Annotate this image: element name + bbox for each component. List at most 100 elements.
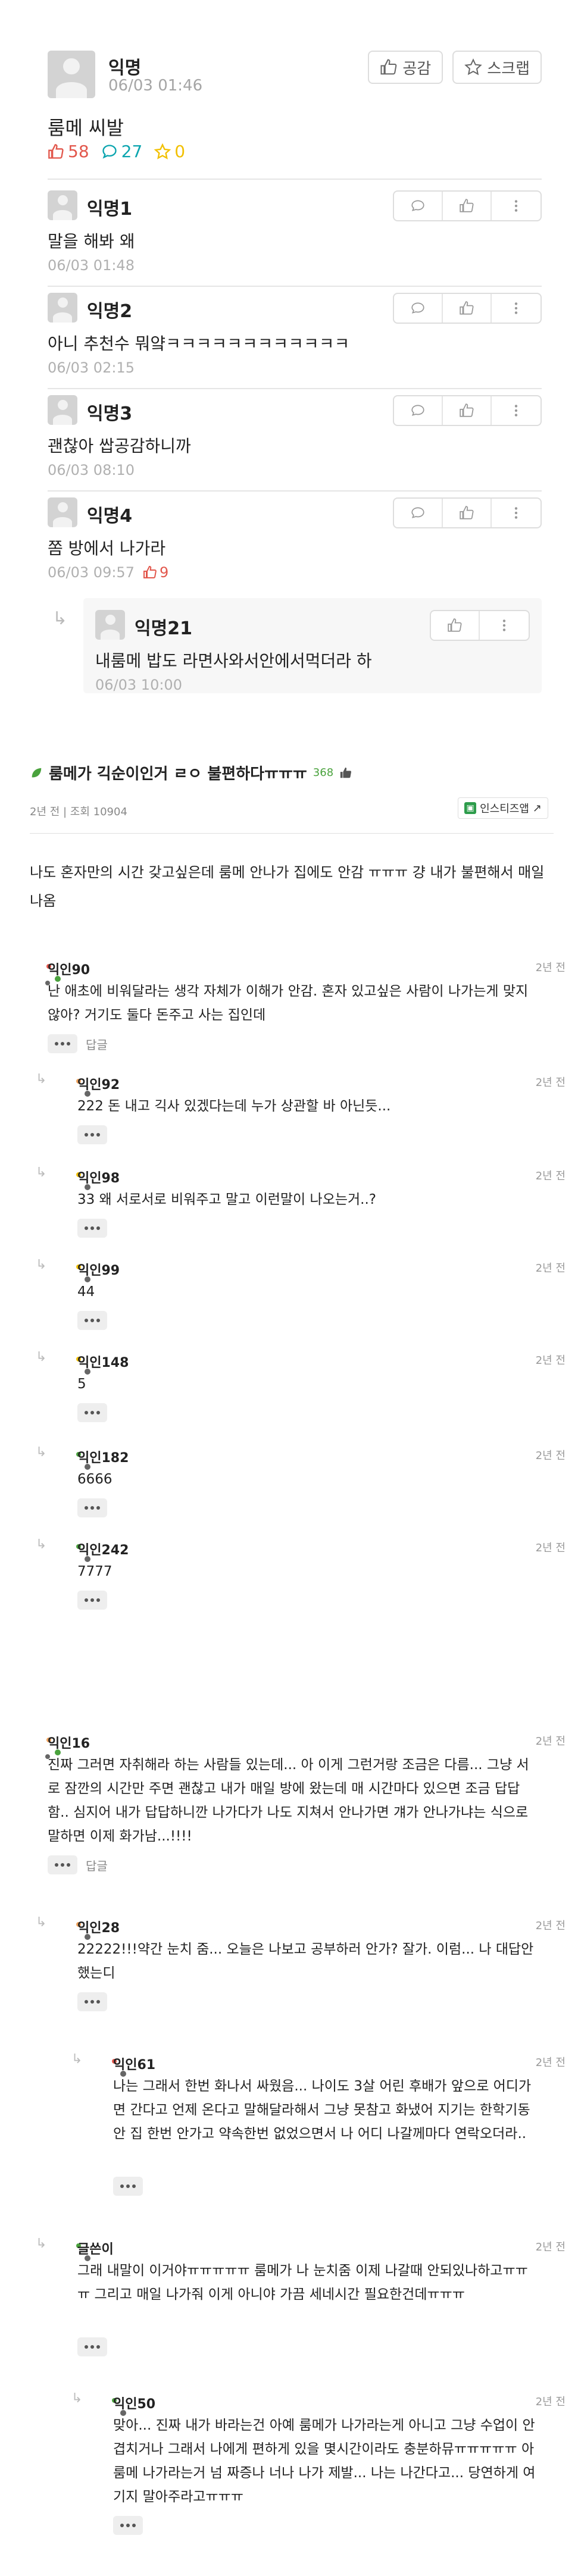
avatar: [48, 293, 77, 323]
comment-like-button[interactable]: [443, 192, 492, 220]
reply-actions: [430, 610, 530, 641]
comment-text: 44: [77, 1284, 95, 1300]
comment-tools: [77, 1125, 107, 1144]
comment: ↳ 익인242 2년 전 7777: [30, 1537, 565, 1629]
reply-button[interactable]: 답글: [86, 1857, 108, 1874]
more-button[interactable]: [77, 1219, 107, 1238]
comment-time: 2년 전: [535, 1542, 565, 1554]
nested-reply: 익명21 내룸메 밥도 라면사와서안에서먹더라 하 06/03 10:00: [83, 598, 542, 693]
thread-count: 368: [313, 766, 334, 779]
more-button[interactable]: [48, 1855, 77, 1874]
more-vertical-icon: [514, 200, 518, 212]
scrap-button[interactable]: 스크랩: [452, 51, 542, 84]
thread-title-row: 룸메가 긱순이인거 ㄹㅇ 불편하다ㅠㅠㅠ 368: [30, 762, 352, 784]
comment-author: 익인16: [48, 1736, 90, 1751]
comment-text: 쫌 방에서 나가라: [48, 539, 166, 558]
comment: ↳ 익인92 2년 전 222 돈 내고 긱사 있겠다는데 누가 상관할 바 아닌듯.…: [30, 1072, 565, 1163]
thumbs-up-icon: [143, 565, 157, 578]
comment-text: 7777: [77, 1564, 113, 1579]
external-link-icon: ↗: [532, 802, 542, 815]
comment: 익인16 2년 전 진짜 그러면 자취해라 하는 사람들 있는데... 아 이게 그…: [30, 1733, 565, 1893]
reply-arrow-icon: ↳: [36, 1915, 47, 1930]
comment-text: 22222!!!약간 눈치 줌... 오늘은 나보고 공부하러 안가? 잘가. …: [77, 1942, 534, 1981]
more-button[interactable]: [77, 1125, 107, 1144]
reply-button[interactable]: [394, 294, 443, 323]
instiz-app-button[interactable]: ▣ 인스티즈앱 ↗: [458, 797, 548, 819]
thumbs-up-icon: [460, 403, 474, 417]
thread-title: 룸메가 긱순이인거 ㄹㅇ 불편하다ㅠㅠㅠ: [49, 765, 307, 783]
comment-time: 06/03 08:10: [48, 462, 135, 478]
post-content: 룸메 씨발: [48, 117, 124, 139]
comment-time: 06/03 01:48: [48, 257, 135, 274]
comment-tools: [77, 1219, 107, 1238]
more-button[interactable]: [77, 1403, 107, 1422]
more-button[interactable]: [77, 2337, 107, 2356]
comment-text: 아니 추천수 뭐얔ㅋㅋㅋㅋㅋㅋㅋㅋㅋㅋㅋㅋ: [48, 334, 350, 353]
comment-time: 2년 전: [535, 2241, 565, 2253]
more-vertical-icon: [514, 507, 518, 519]
comment: 익명3 괜찮아 쌉공감하니까 06/03 08:10: [48, 395, 542, 478]
comment-like-button[interactable]: [443, 294, 492, 323]
more-button[interactable]: [77, 1498, 107, 1517]
reply-button[interactable]: 답글: [86, 1035, 108, 1053]
comment-tools: [77, 1498, 107, 1517]
like-button-label: 공감: [402, 60, 432, 78]
avatar: [95, 610, 125, 640]
comment-author: 익인99: [77, 1263, 120, 1278]
comment-time: 2년 전: [535, 1735, 565, 1748]
comment-time: 2년 전: [535, 1450, 565, 1462]
more-button[interactable]: [48, 1034, 77, 1053]
comment: ↳ 익인182 2년 전 6666: [30, 1445, 565, 1536]
reply-text: 내룸메 밥도 라면사와서안에서먹더라 하: [95, 651, 372, 671]
more-button[interactable]: [113, 2516, 143, 2535]
instiz-logo-icon: ▣: [464, 802, 477, 814]
everytime-post-section: 익명 06/03 01:46 공감 스크랩 룸메 씨발 58 27 0 익명1 …: [0, 0, 578, 714]
comment-actions: [393, 497, 542, 528]
avatar: [48, 190, 77, 220]
comment-icon: [102, 144, 117, 159]
like-count: 58: [48, 142, 89, 161]
more-button[interactable]: [492, 499, 540, 527]
post-header: 익명 06/03 01:46 공감 스크랩: [48, 51, 542, 98]
comment-count: 27: [101, 142, 143, 161]
comment-tools: 답글: [48, 1855, 108, 1874]
thread-meta: 2년 전 | 조회 10904: [30, 806, 127, 818]
comment-text: 5: [77, 1376, 86, 1392]
reply-like-button[interactable]: [431, 611, 480, 640]
more-button[interactable]: [492, 294, 540, 323]
reply-arrow-icon: ↳: [36, 2236, 47, 2251]
more-button[interactable]: [492, 192, 540, 220]
comment-count-value: 27: [121, 142, 143, 161]
reply-button[interactable]: [394, 396, 443, 425]
scrap-button-label: 스크랩: [487, 60, 530, 78]
comment-author: 익인182: [77, 1451, 129, 1466]
comment-like-button[interactable]: [443, 396, 492, 425]
more-button[interactable]: [77, 1992, 107, 2011]
comment-time: 2년 전: [535, 1354, 565, 1367]
thumbs-up-icon: [48, 143, 64, 159]
reply-button[interactable]: [394, 192, 443, 220]
scrap-count: 0: [154, 142, 185, 161]
reply-arrow-icon: ↳: [52, 608, 68, 629]
comment-text: 나는 그래서 한번 화나서 싸웠음... 나이도 3살 어린 후배가 앞으로 어…: [113, 2079, 532, 2142]
comment: 익명1 말을 해봐 왜 06/03 01:48: [48, 190, 542, 274]
avatar: [48, 395, 77, 425]
comment-tools: [77, 1311, 107, 1330]
thumbs-up-icon: [340, 767, 352, 778]
more-button[interactable]: [492, 396, 540, 425]
more-button[interactable]: [480, 611, 529, 640]
reply-arrow-icon: ↳: [36, 1537, 47, 1552]
more-button[interactable]: [77, 1311, 107, 1330]
comment-icon: [411, 507, 424, 518]
reply-arrow-icon: ↳: [71, 2391, 83, 2406]
like-button[interactable]: 공감: [368, 51, 443, 84]
comment-author: 익인148: [77, 1356, 129, 1370]
comment-time: 06/03 09:57: [48, 564, 135, 581]
comment-like-button[interactable]: [443, 499, 492, 527]
more-button[interactable]: [77, 1591, 107, 1610]
comment: ↳ 익인148 2년 전 5: [30, 1350, 565, 1441]
more-button[interactable]: [113, 2177, 143, 2196]
more-vertical-icon: [514, 405, 518, 417]
comment-author: 익명1: [87, 199, 133, 220]
reply-button[interactable]: [394, 499, 443, 527]
